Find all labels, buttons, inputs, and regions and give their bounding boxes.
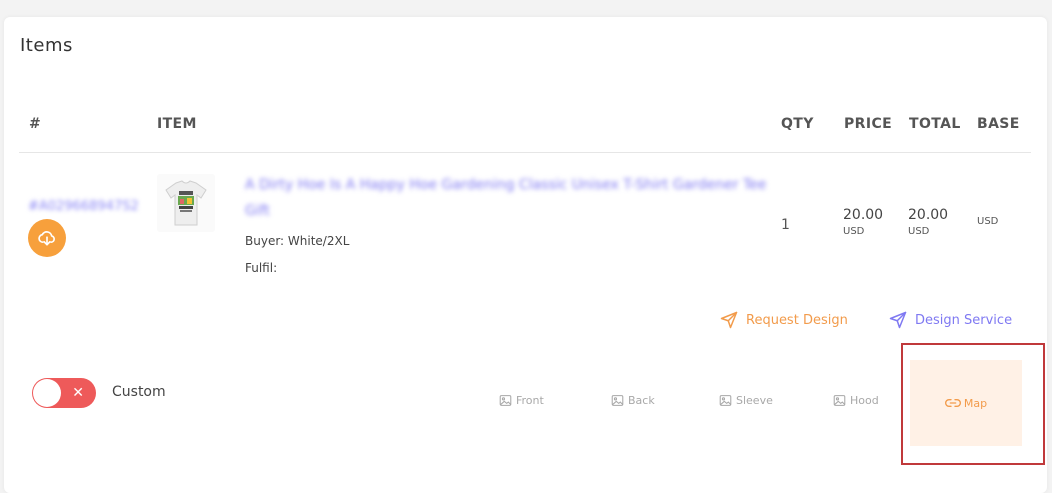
close-icon: ✕: [72, 385, 84, 401]
base-currency: USD: [977, 216, 999, 227]
back-label: Back: [628, 394, 655, 407]
hood-label: Hood: [850, 394, 879, 407]
total-currency: USD: [908, 226, 930, 237]
toggle-knob: [33, 379, 61, 407]
header-divider: [19, 152, 1031, 153]
total-value: 20.00: [908, 207, 949, 223]
custom-toggle[interactable]: ✕: [32, 378, 96, 408]
download-button[interactable]: [28, 219, 66, 257]
hood-slot[interactable]: Hood: [833, 394, 879, 407]
design-service-label: Design Service: [915, 312, 1013, 328]
items-card: Items # ITEM QTY PRICE TOTAL BASE #A0296…: [4, 17, 1047, 493]
order-id-link[interactable]: #A029668947S2: [28, 199, 139, 214]
section-title: Items: [20, 35, 73, 56]
quantity-value: 1: [781, 217, 790, 233]
request-design-label: Request Design: [746, 312, 848, 328]
back-slot[interactable]: Back: [611, 394, 655, 407]
buyer-variant: Buyer: White/2XL: [245, 234, 350, 248]
fulfil-label: Fulfil:: [245, 261, 278, 275]
image-icon: [719, 395, 732, 406]
column-header-price: PRICE: [844, 116, 893, 132]
request-design-button[interactable]: Request Design: [720, 311, 848, 329]
column-header-base: BASE: [977, 116, 1020, 132]
column-header-total: TOTAL: [909, 116, 961, 132]
sleeve-label: Sleeve: [736, 394, 773, 407]
design-service-button[interactable]: Design Service: [889, 311, 1012, 329]
image-icon: [611, 395, 624, 406]
front-label: Front: [516, 394, 544, 407]
sleeve-slot[interactable]: Sleeve: [719, 394, 773, 407]
cloud-download-icon: [38, 231, 55, 246]
product-thumbnail[interactable]: [157, 174, 215, 232]
highlight-box: [901, 343, 1045, 465]
column-header-qty: QTY: [781, 116, 814, 132]
front-slot[interactable]: Front: [499, 394, 544, 407]
send-icon: [720, 311, 738, 329]
product-title-link[interactable]: A Dirty Hoe Is A Happy Hoe Gardening Cla…: [245, 172, 785, 224]
image-icon: [833, 395, 846, 406]
column-header-item: ITEM: [157, 116, 197, 132]
price-value: 20.00: [843, 207, 884, 223]
custom-label: Custom: [112, 384, 166, 400]
price-currency: USD: [843, 226, 865, 237]
send-icon: [889, 311, 907, 329]
image-icon: [499, 395, 512, 406]
column-header-index: #: [29, 116, 42, 132]
tshirt-image: [165, 180, 207, 226]
